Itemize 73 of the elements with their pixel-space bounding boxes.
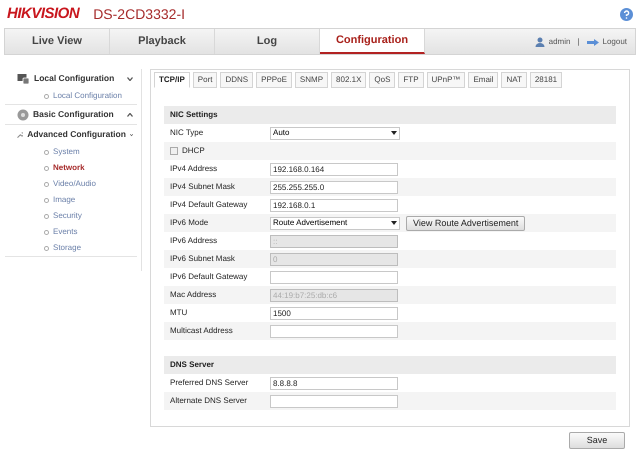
nav-tab[interactable]: Live View <box>5 29 110 54</box>
section-header: DNS Server <box>164 356 616 374</box>
input-field[interactable] <box>270 324 398 338</box>
config-tab[interactable]: UPnP™ <box>426 72 466 88</box>
config-tab[interactable]: QoS <box>369 72 396 88</box>
dropdown[interactable]: Auto <box>270 126 400 140</box>
dropdown[interactable]: Route Advertisement <box>270 216 400 230</box>
logout-link[interactable]: Logout <box>602 36 627 48</box>
input-field[interactable] <box>270 394 398 408</box>
field-label: Alternate DNS Server <box>170 395 248 407</box>
sidebar-item[interactable]: Video/Audio <box>5 176 137 192</box>
logout-icon[interactable] <box>586 38 599 46</box>
field-label: IPv6 Mode <box>170 217 210 229</box>
group-label: Local Configuration <box>34 72 116 85</box>
username: admin <box>548 36 570 48</box>
section-header: NIC Settings <box>164 106 616 124</box>
nav-tab[interactable]: Configuration <box>320 29 425 54</box>
sidebar-group[interactable]: Local Configuration <box>5 69 137 88</box>
caret-icon <box>391 221 397 225</box>
config-tab[interactable]: FTP <box>398 72 424 88</box>
input-field[interactable] <box>270 270 398 284</box>
field-label: MTU <box>170 307 188 319</box>
chevron-icon[interactable] <box>127 112 133 116</box>
separator: | <box>576 36 581 48</box>
config-tab[interactable]: Email <box>468 72 498 88</box>
input-field[interactable]: 192.168.0.164 <box>270 162 398 176</box>
config-tab[interactable]: Port <box>192 72 218 88</box>
config-tab[interactable]: TCP/IP <box>154 72 190 88</box>
sidebar-group[interactable]: Advanced Configuration <box>5 125 137 144</box>
view-route-button[interactable]: View Route Advertisement <box>406 216 526 230</box>
sidebar-item[interactable]: Security <box>5 208 137 224</box>
config-tab[interactable]: 28181 <box>530 72 562 88</box>
field-label: IPv4 Default Gateway <box>170 199 248 211</box>
field-label: IPv4 Address <box>170 163 218 175</box>
field-label: Multicast Address <box>170 325 234 337</box>
checkbox-label: DHCP <box>182 145 205 157</box>
input-field[interactable]: 1500 <box>270 306 398 320</box>
sidebar-item[interactable]: Network <box>5 160 137 176</box>
field-label: NIC Type <box>170 127 204 139</box>
brand-logo: HIKVISION <box>7 4 80 24</box>
input-field[interactable]: 8.8.8.8 <box>270 376 398 390</box>
checkbox[interactable] <box>170 147 178 155</box>
sidebar-item[interactable]: Storage <box>5 240 137 256</box>
group-label: Basic Configuration <box>33 108 115 121</box>
config-tab[interactable]: DDNS <box>220 72 254 88</box>
monitor-icon <box>17 72 30 84</box>
config-tab[interactable]: NAT <box>501 72 527 88</box>
save-button[interactable]: Save <box>569 432 625 449</box>
field-label: IPv6 Subnet Mask <box>170 253 236 265</box>
config-tab[interactable]: PPPoE <box>256 72 292 88</box>
nav-tab[interactable]: Playback <box>110 29 215 54</box>
user-icon <box>534 36 545 46</box>
chevron-icon[interactable] <box>130 132 133 136</box>
field-label: IPv6 Address <box>170 235 218 247</box>
field-label: IPv6 Default Gateway <box>170 271 248 283</box>
sidebar-item[interactable]: System <box>5 144 137 160</box>
config-tab[interactable]: SNMP <box>294 72 328 88</box>
field-label: Preferred DNS Server <box>170 377 250 389</box>
device-model: DS-2CD3332-I <box>93 4 186 24</box>
caret-icon <box>391 131 397 135</box>
field-label: Mac Address <box>170 289 218 301</box>
gear-icon <box>17 108 29 120</box>
help-icon[interactable] <box>620 8 633 20</box>
group-label: Advanced Configuration <box>27 128 126 141</box>
sidebar-group[interactable]: Basic Configuration <box>5 105 137 124</box>
input-field[interactable]: 192.168.0.1 <box>270 198 398 212</box>
field-label: IPv4 Subnet Mask <box>170 181 236 193</box>
sidebar-item[interactable]: Events <box>5 224 137 240</box>
chevron-icon[interactable] <box>127 76 133 80</box>
input-field[interactable]: 255.255.255.0 <box>270 180 398 194</box>
config-tab[interactable]: 802.1X <box>331 72 366 88</box>
sidebar-item[interactable]: Image <box>5 192 137 208</box>
sidebar-item[interactable]: Local Configuration <box>5 88 137 104</box>
